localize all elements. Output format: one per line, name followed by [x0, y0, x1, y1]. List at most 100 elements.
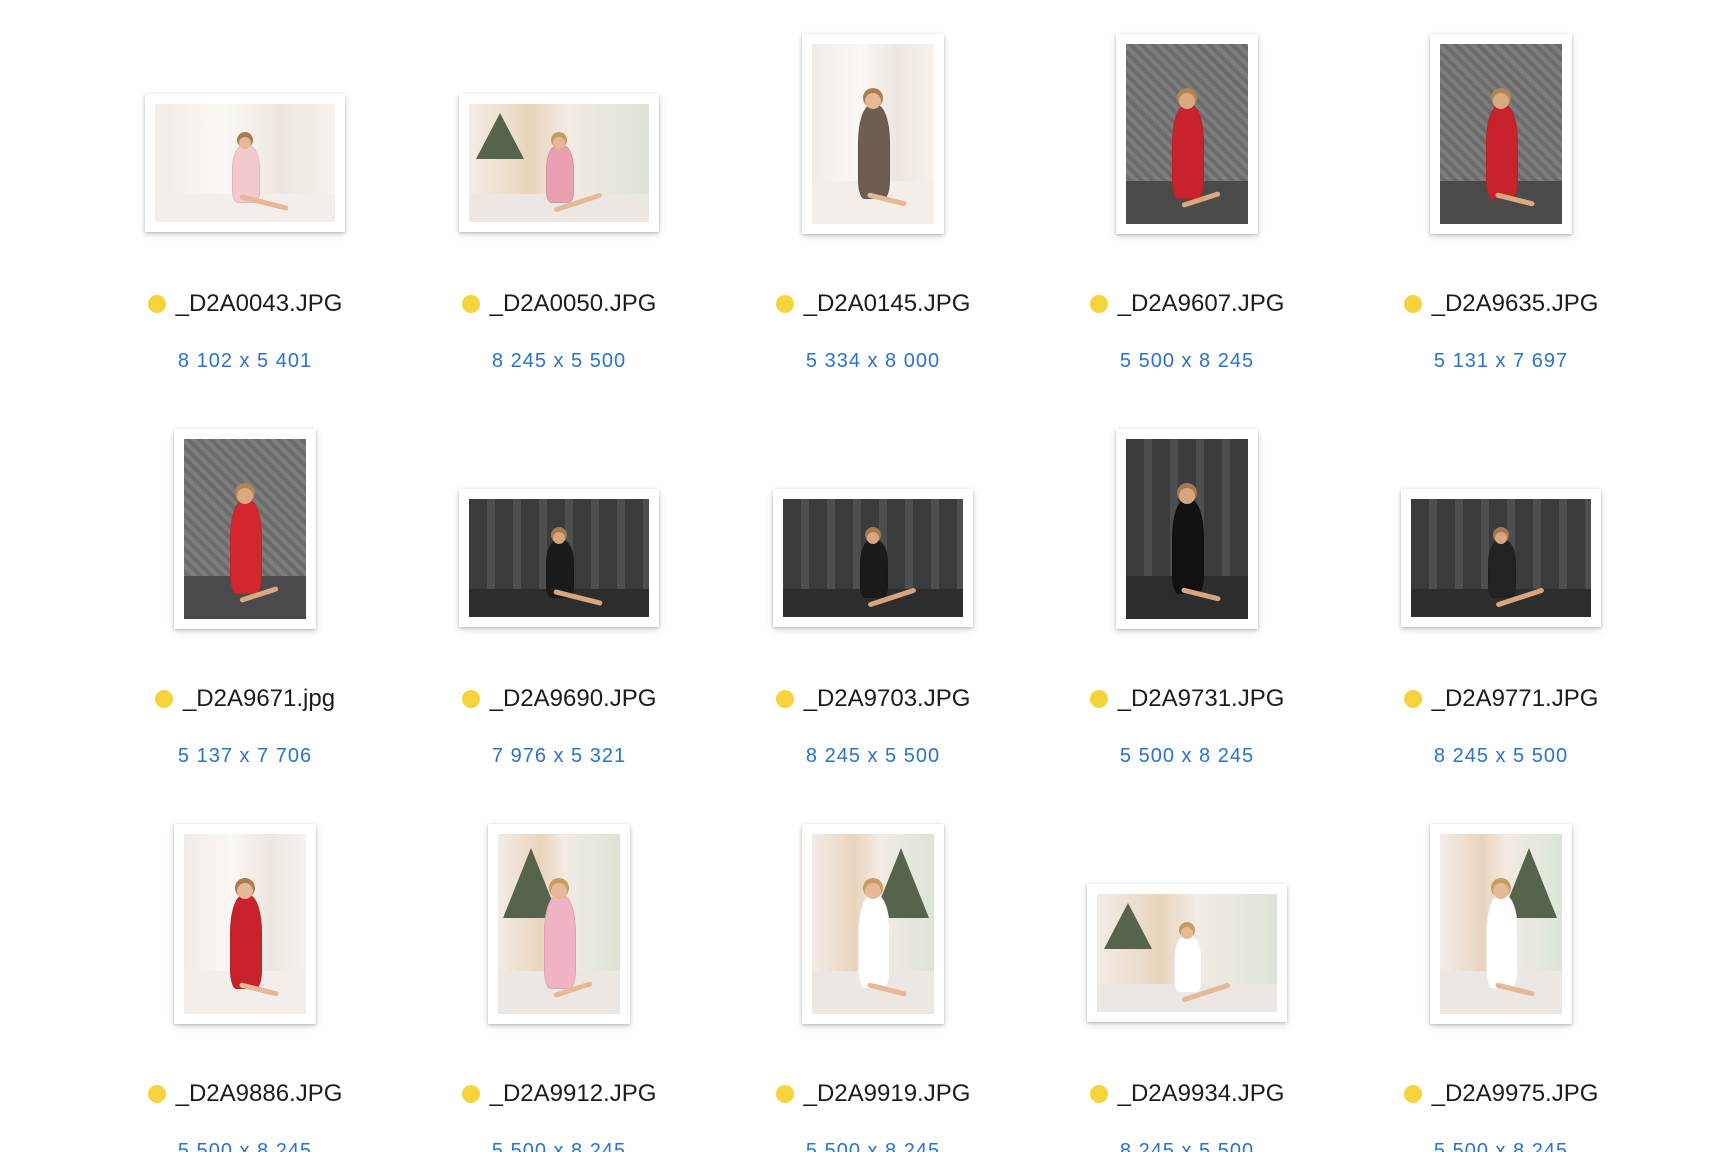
thumbnail-area[interactable] [409, 818, 709, 1048]
file-item[interactable]: _D2A0043.JPG 8 102 x 5 401 [95, 28, 395, 372]
thumbnail-area[interactable] [1351, 28, 1651, 258]
thumbnail-area[interactable] [95, 28, 395, 258]
filename-label[interactable]: _D2A9731.JPG [1118, 685, 1285, 713]
file-item[interactable]: _D2A0145.JPG 5 334 x 8 000 [723, 28, 1023, 372]
yellow-tag-icon [1403, 1085, 1422, 1103]
filename-row[interactable]: _D2A9919.JPG [723, 1080, 1023, 1108]
dimensions-label: 7 976 x 5 321 [491, 745, 627, 767]
thumbnail[interactable] [174, 429, 316, 629]
filename-row[interactable]: _D2A0145.JPG [723, 290, 1023, 318]
thumbnail-area[interactable] [409, 423, 709, 653]
file-item[interactable]: _D2A9731.JPG 5 500 x 8 245 [1037, 423, 1337, 767]
filename-row[interactable]: _D2A9771.JPG [1351, 685, 1651, 713]
filename-label[interactable]: _D2A9919.JPG [804, 1080, 971, 1108]
thumbnail-area[interactable] [1037, 818, 1337, 1048]
thumbnail-area[interactable] [95, 423, 395, 653]
thumbnail[interactable] [1116, 429, 1258, 629]
filename-label[interactable]: _D2A0043.JPG [176, 290, 343, 318]
photo-icon [469, 499, 649, 617]
dimensions-label: 5 500 x 8 245 [491, 1140, 627, 1152]
file-item[interactable]: _D2A9671.jpg 5 137 x 7 706 [95, 423, 395, 767]
head-shape [237, 487, 253, 504]
filename-row[interactable]: _D2A9671.jpg [95, 685, 395, 713]
thumbnail-area[interactable] [1037, 423, 1337, 653]
thumbnail[interactable] [802, 824, 944, 1024]
thumbnail-area[interactable] [409, 28, 709, 258]
filename-row[interactable]: _D2A0043.JPG [95, 290, 395, 318]
filename-row[interactable]: _D2A9690.JPG [409, 685, 709, 713]
filename-label[interactable]: _D2A9934.JPG [1118, 1080, 1285, 1108]
figure-shape [546, 540, 574, 599]
figure-shape [232, 145, 260, 204]
filename-row[interactable]: _D2A9731.JPG [1037, 685, 1337, 713]
dimensions-label: 8 245 x 5 500 [805, 745, 941, 767]
dimensions-label: 5 137 x 7 706 [177, 745, 313, 767]
filename-label[interactable]: _D2A9975.JPG [1432, 1080, 1599, 1108]
figure-shape [1486, 894, 1518, 989]
thumbnail-area[interactable] [723, 818, 1023, 1048]
file-item[interactable]: _D2A9975.JPG 5 500 x 8 245 [1351, 818, 1651, 1152]
thumbnail-area[interactable] [1351, 818, 1651, 1048]
thumbnail[interactable] [1430, 824, 1572, 1024]
filename-label[interactable]: _D2A9912.JPG [490, 1080, 657, 1108]
filename-label[interactable]: _D2A9607.JPG [1118, 290, 1285, 318]
thumbnail[interactable] [459, 94, 659, 232]
thumbnail[interactable] [1430, 34, 1572, 234]
photo-icon [783, 499, 963, 617]
file-item[interactable]: _D2A9690.JPG 7 976 x 5 321 [409, 423, 709, 767]
file-item[interactable]: _D2A9912.JPG 5 500 x 8 245 [409, 818, 709, 1152]
thumbnail[interactable] [459, 489, 659, 627]
filename-label[interactable]: _D2A9690.JPG [490, 685, 657, 713]
yellow-tag-icon [1089, 690, 1108, 708]
filename-label[interactable]: _D2A0145.JPG [804, 290, 971, 318]
thumbnail[interactable] [773, 489, 973, 627]
thumbnail[interactable] [1116, 34, 1258, 234]
thumbnail-area[interactable] [95, 818, 395, 1048]
yellow-tag-icon [147, 295, 166, 313]
thumbnail-area[interactable] [723, 423, 1023, 653]
yellow-tag-icon [775, 1085, 794, 1103]
dimensions-label: 5 500 x 8 245 [1119, 745, 1255, 767]
file-item[interactable]: _D2A9607.JPG 5 500 x 8 245 [1037, 28, 1337, 372]
head-shape [865, 92, 881, 109]
filename-label[interactable]: _D2A9771.JPG [1432, 685, 1599, 713]
thumbnail[interactable] [1401, 489, 1601, 627]
thumbnail[interactable] [174, 824, 316, 1024]
filename-row[interactable]: _D2A9886.JPG [95, 1080, 395, 1108]
figure-shape [1488, 540, 1516, 599]
file-item[interactable]: _D2A9886.JPG 5 500 x 8 245 [95, 818, 395, 1152]
file-item[interactable]: _D2A9919.JPG 5 500 x 8 245 [723, 818, 1023, 1152]
filename-row[interactable]: _D2A9934.JPG [1037, 1080, 1337, 1108]
thumbnail-area[interactable] [723, 28, 1023, 258]
yellow-tag-icon [1403, 690, 1422, 708]
file-item[interactable]: _D2A9703.JPG 8 245 x 5 500 [723, 423, 1023, 767]
head-shape [1179, 92, 1195, 109]
dimensions-label: 5 500 x 8 245 [1433, 1140, 1569, 1152]
filename-row[interactable]: _D2A9975.JPG [1351, 1080, 1651, 1108]
filename-label[interactable]: _D2A9703.JPG [804, 685, 971, 713]
filename-label[interactable]: _D2A0050.JPG [490, 290, 657, 318]
thumbnail[interactable] [1087, 884, 1287, 1022]
thumbnail[interactable] [488, 824, 630, 1024]
dimensions-label: 5 500 x 8 245 [805, 1140, 941, 1152]
dimensions-label: 5 334 x 8 000 [805, 350, 941, 372]
file-item[interactable]: _D2A9635.JPG 5 131 x 7 697 [1351, 28, 1651, 372]
filename-row[interactable]: _D2A9607.JPG [1037, 290, 1337, 318]
thumbnail[interactable] [145, 94, 345, 232]
filename-row[interactable]: _D2A9703.JPG [723, 685, 1023, 713]
filename-row[interactable]: _D2A9635.JPG [1351, 290, 1651, 318]
thumbnail-area[interactable] [1037, 28, 1337, 258]
photo-icon [1411, 499, 1591, 617]
thumbnail-area[interactable] [1351, 423, 1651, 653]
filename-label[interactable]: _D2A9671.jpg [183, 685, 335, 713]
file-item[interactable]: _D2A9934.JPG 8 245 x 5 500 [1037, 818, 1337, 1152]
file-item[interactable]: _D2A0050.JPG 8 245 x 5 500 [409, 28, 709, 372]
thumbnail[interactable] [802, 34, 944, 234]
filename-row[interactable]: _D2A0050.JPG [409, 290, 709, 318]
yellow-tag-icon [775, 690, 794, 708]
filename-label[interactable]: _D2A9886.JPG [176, 1080, 343, 1108]
filename-row[interactable]: _D2A9912.JPG [409, 1080, 709, 1108]
dimensions-label: 5 131 x 7 697 [1433, 350, 1569, 372]
filename-label[interactable]: _D2A9635.JPG [1432, 290, 1599, 318]
file-item[interactable]: _D2A9771.JPG 8 245 x 5 500 [1351, 423, 1651, 767]
